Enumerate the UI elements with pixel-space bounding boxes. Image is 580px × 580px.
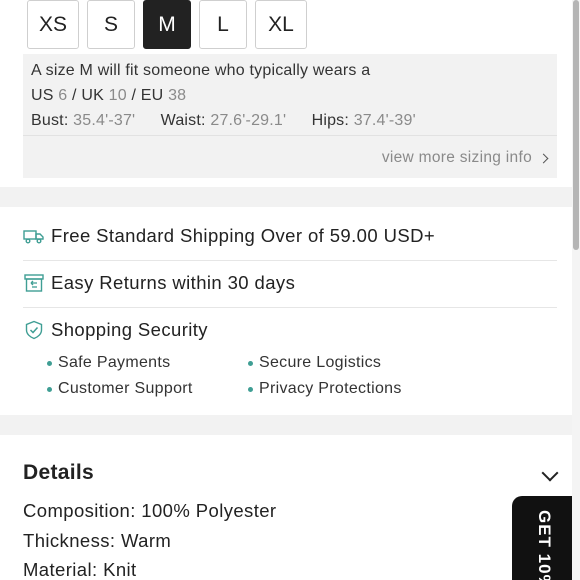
truck-icon: [23, 226, 45, 246]
returns-text: Easy Returns within 30 days: [51, 272, 296, 293]
details-heading[interactable]: Details: [23, 461, 94, 485]
shield-check-icon: [23, 320, 45, 340]
us-value: 6: [58, 87, 68, 104]
section-separator: [0, 187, 572, 207]
returns-row: Easy Returns within 30 days: [23, 272, 557, 294]
size-conversion: US 6 / UK 10 / EU 38: [31, 87, 187, 104]
shipping-row: Free Standard Shipping Over of 59.00 USD…: [23, 225, 557, 247]
security-row: Shopping Security: [23, 319, 557, 341]
list-item: Privacy Protections: [248, 380, 448, 398]
eu-value: 38: [168, 87, 187, 104]
divider: [23, 260, 557, 261]
detail-thickness: Thickness: Warm: [23, 530, 172, 551]
uk-label: UK: [81, 87, 104, 104]
detail-material: Material: Knit: [23, 559, 137, 580]
security-item-label: Safe Payments: [58, 354, 171, 371]
size-option-m[interactable]: M: [143, 0, 191, 49]
bullet-dot-icon: [47, 360, 52, 366]
scrollbar-thumb[interactable]: [573, 0, 579, 250]
bullet-dot-icon: [248, 386, 253, 392]
list-item: Customer Support: [47, 380, 248, 398]
size-option-s[interactable]: S: [87, 0, 135, 49]
security-list: Safe Payments Secure Logistics Customer …: [47, 354, 447, 398]
size-option-xs[interactable]: XS: [27, 0, 79, 49]
waist-value: 27.6'-29.1': [210, 112, 287, 129]
bullet-dot-icon: [248, 360, 253, 366]
size-intro: A size M will fit someone who typically …: [31, 62, 371, 79]
size-option-xl[interactable]: XL: [255, 0, 307, 49]
promo-tab[interactable]: GET 10%: [512, 496, 580, 580]
section-separator: [0, 415, 572, 435]
bust-value: 35.4'-37': [73, 112, 136, 129]
us-label: US: [31, 87, 54, 104]
security-item-label: Secure Logistics: [259, 354, 382, 371]
detail-composition: Composition: 100% Polyester: [23, 500, 277, 521]
scrollbar-track[interactable]: [572, 0, 580, 580]
bullet-dot-icon: [47, 386, 52, 392]
chevron-right-icon: [538, 153, 549, 163]
shipping-text: Free Standard Shipping Over of 59.00 USD…: [51, 225, 436, 246]
security-text: Shopping Security: [51, 319, 208, 340]
waist-label: Waist:: [160, 112, 206, 129]
size-measurements: Bust: 35.4'-37' Waist: 27.6'-29.1' Hips:…: [31, 112, 416, 130]
list-item: Secure Logistics: [248, 354, 448, 372]
size-info-panel: A size M will fit someone who typically …: [23, 54, 557, 178]
view-more-sizing-label: view more sizing info: [381, 149, 532, 166]
security-item-label: Customer Support: [58, 380, 193, 397]
return-box-icon: [23, 273, 45, 293]
size-option-l[interactable]: L: [199, 0, 247, 49]
chevron-down-icon[interactable]: [541, 464, 559, 482]
security-item-label: Privacy Protections: [259, 380, 402, 397]
divider: [23, 135, 557, 136]
hips-label: Hips:: [311, 112, 350, 129]
uk-value: 10: [108, 87, 127, 104]
list-item: Safe Payments: [47, 354, 248, 372]
hips-value: 37.4'-39': [353, 112, 416, 129]
view-more-sizing-link[interactable]: view more sizing info: [381, 149, 549, 167]
size-selector: XS S M L XL: [27, 0, 307, 49]
divider: [23, 307, 557, 308]
eu-label: EU: [140, 87, 164, 104]
bust-label: Bust:: [31, 112, 69, 129]
promo-text: GET 10%: [535, 510, 554, 580]
